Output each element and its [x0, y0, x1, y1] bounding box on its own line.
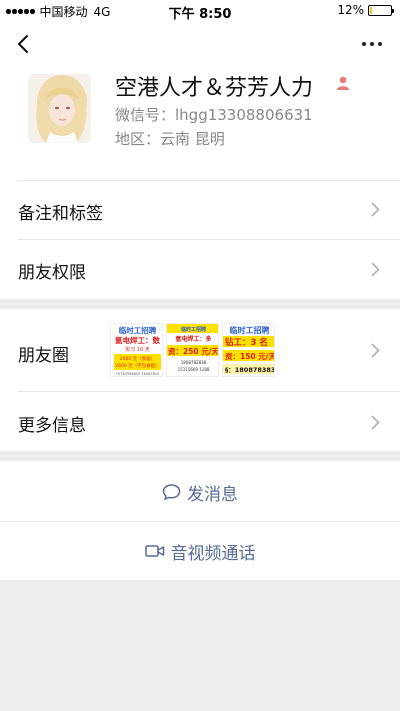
moments-thumbnails: 临时工招聘 氩电焊工：数 实习 10 天 2000 元（食宿） 2600 元（不…	[110, 323, 275, 377]
moments-group: 朋友圈 临时工招聘 氩电焊工：数 实习 10 天 2000 元（食宿） 2600…	[0, 309, 400, 451]
thumb-line: 资：250 元/天	[168, 346, 219, 356]
more-info-label: 更多信息	[18, 416, 86, 436]
wechat-id: 微信号：lhgg13308806631	[115, 106, 313, 124]
thumb-line: 2600 元（不包食宿）	[115, 362, 159, 369]
video-camera-icon	[144, 545, 164, 557]
thumb-line: §：180878383	[225, 366, 275, 374]
moments-thumbnail: 临时工招聘 氩电焊工：多 资：250 元/天 1808782838 153156…	[166, 323, 219, 377]
remarks-tags-label: 备注和标签	[18, 204, 103, 224]
moments-label: 朋友圈	[18, 346, 69, 366]
female-icon	[337, 76, 349, 90]
send-message-button[interactable]: 发消息	[0, 463, 400, 521]
thumb-line: 1808782838	[181, 360, 207, 365]
contact-name: 空港人才＆芬芳人力	[115, 76, 314, 101]
thumb-line: 15315669 1288	[178, 367, 210, 372]
thumb-line: 氩电焊工：数	[115, 335, 160, 345]
chevron-right-icon	[371, 415, 380, 430]
status-right: 12%	[337, 3, 394, 17]
chat-bubble-icon	[162, 484, 181, 500]
chevron-left-icon[interactable]	[12, 32, 36, 56]
actions-group: 发消息 音视频通话	[0, 461, 400, 580]
profile-header: 空港人才＆芬芳人力 微信号：lhgg13308806631 地区：云南 昆明	[0, 68, 400, 180]
navigation-bar	[0, 22, 400, 68]
battery-percent: 12%	[337, 3, 364, 17]
battery-level	[370, 6, 373, 14]
thumb-line: 15787996852 18087810	[116, 372, 159, 376]
thumb-headline: 临时工招聘	[119, 325, 157, 335]
battery-icon	[368, 4, 394, 16]
moments-thumbnail: 临时工招聘 氩电焊工：数 实习 10 天 2000 元（食宿） 2600 元（不…	[110, 323, 163, 377]
avatar-image	[28, 74, 91, 143]
send-message-label: 发消息	[187, 484, 238, 505]
chevron-right-icon	[371, 343, 380, 358]
settings-group: 备注和标签 朋友权限	[0, 180, 400, 299]
moments-row[interactable]: 朋友圈 临时工招聘 氩电焊工：数 实习 10 天 2000 元（食宿） 2600…	[0, 309, 400, 391]
region: 地区：云南 昆明	[115, 130, 225, 148]
chevron-right-icon	[371, 262, 380, 277]
thumb-line: 2000 元（食宿）	[120, 355, 155, 362]
moments-thumbnail: 临时工招聘 钻工：3 名 资：150 元/天 §：180878383	[222, 323, 275, 377]
remarks-tags-row[interactable]: 备注和标签	[0, 180, 400, 239]
video-call-button[interactable]: 音视频通话	[0, 522, 400, 580]
friend-permissions-label: 朋友权限	[18, 263, 86, 283]
video-call-label: 音视频通话	[170, 543, 256, 564]
thumb-line: 资：150 元/天	[225, 351, 275, 361]
status-bar: 中国移动 4G 下午 8:50 12%	[0, 0, 400, 22]
thumb-headline: 临时工招聘	[181, 326, 206, 333]
thumb-line: 氩电焊工：多	[175, 335, 211, 343]
avatar[interactable]	[28, 74, 91, 143]
more-info-row[interactable]: 更多信息	[0, 392, 400, 451]
thumb-line: 实习 10 天	[125, 346, 150, 353]
thumb-headline: 临时工招聘	[230, 325, 270, 335]
ellipsis-icon[interactable]	[362, 42, 382, 46]
thumb-line: 钻工：3 名	[225, 337, 268, 348]
chevron-right-icon	[371, 202, 380, 217]
friend-permissions-row[interactable]: 朋友权限	[0, 240, 400, 299]
